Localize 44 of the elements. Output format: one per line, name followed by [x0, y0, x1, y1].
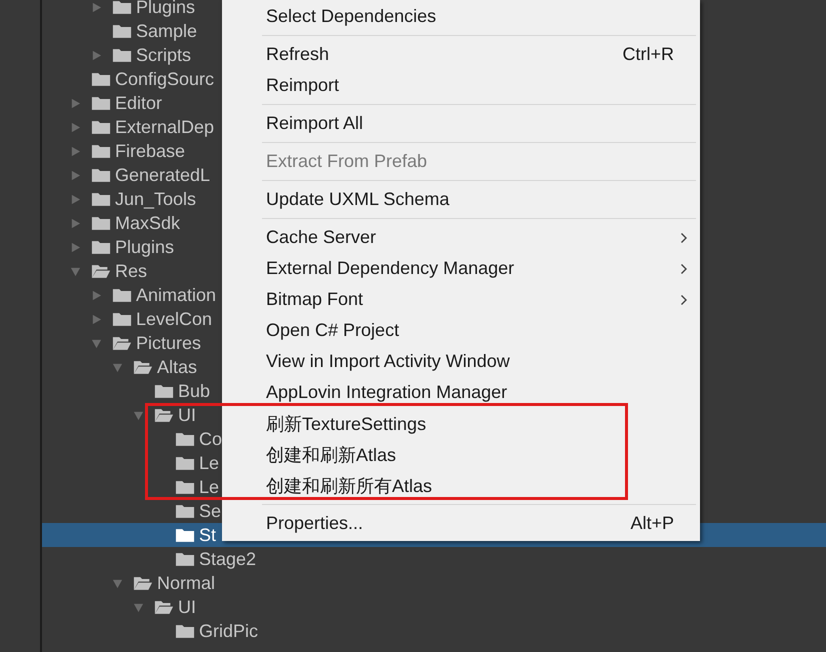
- folder-name: MaxSdk: [115, 212, 180, 234]
- folder-name: St: [199, 524, 216, 546]
- menu-item-label: 刷新TextureSettings: [266, 412, 428, 436]
- menu-item-label: Refresh: [266, 44, 330, 65]
- menu-item-label: 创建和刷新Atlas: [266, 444, 398, 466]
- folder-name: Firebase: [115, 140, 186, 162]
- folder-name: Bub: [178, 380, 210, 402]
- folder-name: Altas: [157, 356, 198, 378]
- folder-name: Se: [199, 500, 222, 522]
- menu-item-label: Reimport All: [266, 113, 364, 134]
- menu-item-label: 创建和刷新所有Atlas: [266, 474, 434, 498]
- folder-name: ExternalDep: [115, 116, 214, 138]
- menu-item-label: Update UXML Schema: [266, 189, 450, 210]
- folder-name: Stage2: [199, 548, 256, 570]
- folder-name: GeneratedL: [115, 164, 210, 186]
- folder-name: UI: [178, 404, 196, 426]
- folder-name: Le: [199, 452, 220, 474]
- folder-name: Jun_Tools: [115, 188, 196, 210]
- menu-item-label: Properties...: [266, 513, 364, 534]
- menu-item-label: View in Import Activity Window: [266, 351, 511, 372]
- folder-name: Co: [199, 428, 222, 450]
- folder-name: Animation: [136, 284, 216, 306]
- shortcut-text: Ctrl+R: [622, 44, 674, 65]
- folder-name: Editor: [115, 92, 162, 114]
- folder-name: LevelCon: [136, 308, 212, 330]
- menu-item-label: Cache Server: [266, 227, 378, 248]
- menu-item-label: AppLovin Integration Manager: [266, 382, 508, 403]
- folder-name: Sample: [136, 20, 198, 42]
- folder-name: Plugins: [115, 236, 174, 258]
- folder-name: Scripts: [136, 44, 192, 66]
- folder-name: ConfigSourc: [115, 68, 214, 90]
- menu-item-label: Open C# Project: [266, 320, 400, 341]
- shortcut-text: Alt+P: [630, 513, 674, 534]
- menu-item-label: Select Dependencies: [266, 6, 438, 27]
- folder-name: GridPic: [199, 620, 258, 642]
- folder-name: UI: [178, 596, 196, 618]
- menu-item-label: Bitmap Font: [266, 289, 364, 310]
- folder-name: Pictures: [136, 332, 202, 354]
- menu-item-label: External Dependency Manager: [266, 258, 516, 279]
- folder-name: Le: [199, 476, 220, 498]
- folder-name: Res: [115, 260, 148, 282]
- menu-item-label: Extract From Prefab: [266, 151, 428, 172]
- menu-item-label: Reimport: [266, 75, 340, 96]
- folder-name: Normal: [157, 572, 216, 594]
